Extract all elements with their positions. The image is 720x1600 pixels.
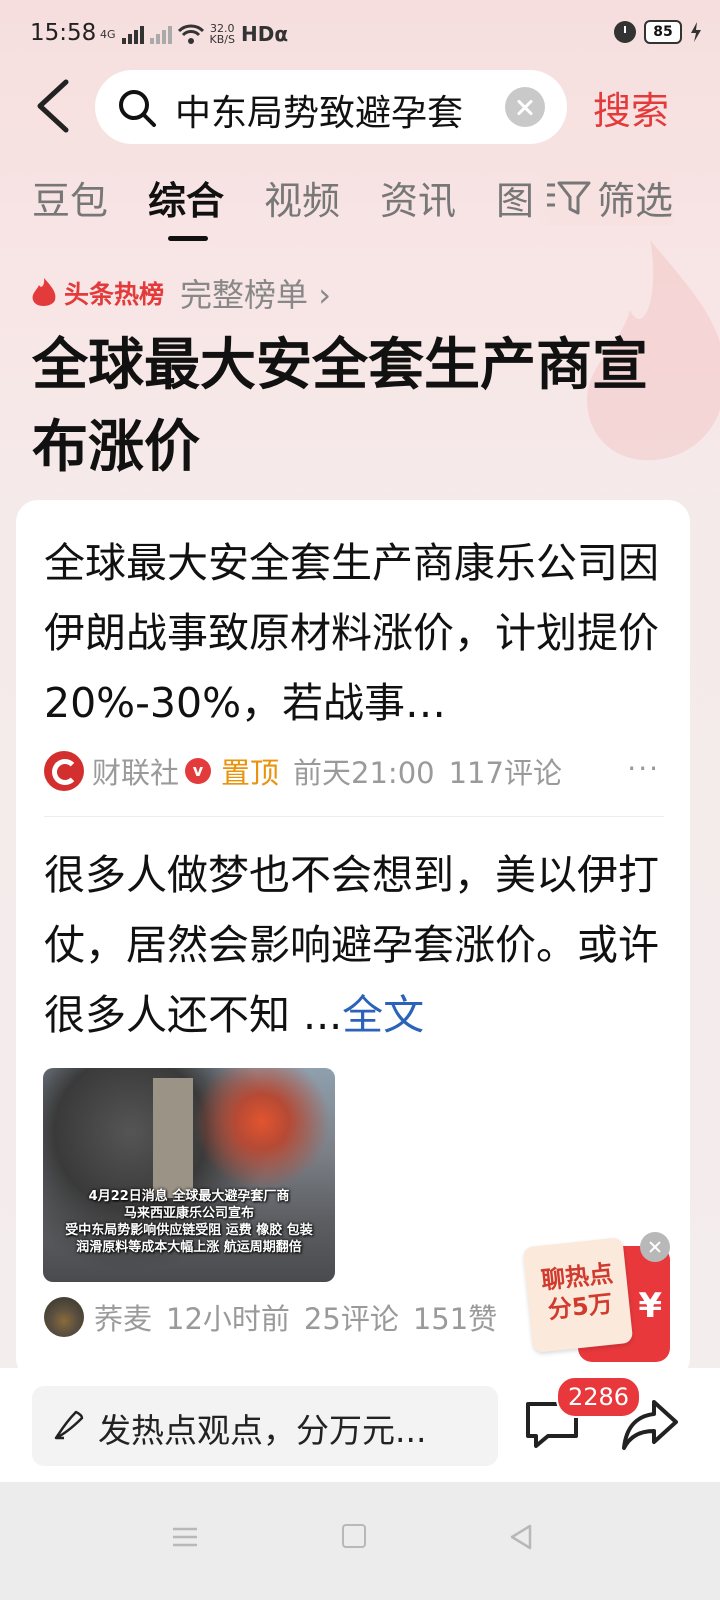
caption-line-4: 润滑原料等成本大幅上涨 航运周期翻倍 (76, 1240, 302, 1255)
status-right: 85 (614, 20, 702, 44)
close-icon[interactable] (640, 1232, 670, 1262)
search-icon (119, 90, 156, 127)
yen-icon: ¥ (638, 1286, 662, 1326)
result-2-text[interactable]: 很多人做梦也不会想到，美以伊打仗，居然会影响避孕套涨价。或许很多人还不知 ...… (44, 840, 664, 1050)
search-input[interactable]: 中东局势致避孕套 (175, 84, 485, 136)
charging-icon (691, 22, 701, 42)
filter-icon (547, 181, 591, 214)
result-2-time: 12小时前 (166, 1302, 290, 1336)
home-icon[interactable] (342, 1524, 366, 1548)
caption-line-1: 4月22日消息 全球最大避孕套厂商 (88, 1189, 290, 1204)
thumbnail-building (153, 1078, 193, 1198)
signal-icon (121, 24, 144, 44)
search-box[interactable]: 中东局势致避孕套 (95, 70, 567, 144)
clear-icon[interactable] (505, 87, 545, 127)
caption-line-3: 受中东局势影响供应链受阻 运费 橡胶 包装 (65, 1223, 313, 1238)
source-logo-icon (44, 751, 84, 791)
pinned-label: 置顶 (221, 756, 280, 790)
net-speed: 32.0 KB/S (210, 23, 235, 45)
result-2-comments[interactable]: 25评论 (304, 1296, 399, 1338)
active-tab-indicator (168, 236, 208, 241)
hot-topic-title[interactable]: 全球最大安全套生产商宣布涨价 (32, 325, 672, 489)
net-speed-unit: KB/S (209, 33, 235, 46)
bottom-action-bar: 发热点观点，分万元... 2286 (0, 1368, 720, 1482)
tab-images[interactable]: 图 (496, 170, 534, 225)
status-time: 15:58 (30, 20, 97, 46)
nav-back-icon[interactable] (510, 1524, 532, 1550)
result-2-author[interactable]: 荞麦 (94, 1296, 152, 1338)
promo-text: 聊热点 分5万 (533, 1258, 625, 1327)
alarm-icon (614, 21, 636, 43)
tab-doubao[interactable]: 豆包 (32, 170, 108, 225)
result-1-time: 前天21:00 (293, 756, 435, 790)
comment-input[interactable]: 发热点观点，分万元... (32, 1386, 498, 1466)
filter-button[interactable]: 筛选 (535, 170, 674, 225)
caption-line-2: 马来西亚康乐公司宣布 (123, 1206, 254, 1221)
divider (44, 816, 664, 817)
avatar[interactable] (44, 1297, 84, 1337)
status-bar: 15:58 4G 32.0 KB/S HDα 85 (0, 0, 720, 70)
system-nav-bar (0, 1482, 720, 1600)
comment-placeholder: 发热点观点，分万元... (98, 1411, 427, 1450)
hot-list-header[interactable]: 头条热榜 完整榜单 › (30, 270, 331, 316)
search-button[interactable]: 搜索 (593, 80, 669, 135)
status-icons: 4G 32.0 KB/S HDα (100, 22, 288, 46)
thumbnail-caption: 4月22日消息 全球最大避孕套厂商 马来西亚康乐公司宣布 受中东局势影响供应链受… (43, 1188, 335, 1256)
hot-list-badge: 头条热榜 (64, 280, 165, 309)
tab-news[interactable]: 资讯 (380, 170, 456, 225)
wifi-icon (177, 24, 204, 44)
filter-label: 筛选 (597, 179, 674, 223)
flame-icon (32, 278, 56, 307)
result-2-thumbnail[interactable]: 4月22日消息 全球最大避孕套厂商 马来西亚康乐公司宣布 受中东局势影响供应链受… (43, 1068, 335, 1282)
result-1-source[interactable]: 财联社 (92, 750, 179, 792)
menu-icon[interactable] (173, 1526, 197, 1548)
full-list-link[interactable]: 完整榜单 › (180, 270, 331, 316)
full-text-link[interactable]: 全文 (342, 991, 424, 1039)
result-1-text[interactable]: 全球最大安全套生产商康乐公司因伊朗战事致原材料涨价，计划提价20%-30%，若战… (44, 528, 664, 738)
back-icon[interactable] (30, 78, 82, 134)
promo-widget[interactable]: ¥ 聊热点 分5万 (522, 1232, 673, 1362)
result-2-likes[interactable]: 151赞 (413, 1296, 497, 1338)
result-1-meta: 财联社 v 置顶 前天21:00 117评论 (44, 750, 562, 792)
network-type: 4G (100, 27, 116, 41)
tab-video[interactable]: 视频 (264, 170, 340, 225)
battery-icon: 85 (644, 20, 682, 44)
result-2-meta: 荞麦 12小时前 25评论 151赞 (44, 1296, 497, 1338)
share-icon[interactable] (620, 1398, 680, 1452)
pen-icon (54, 1410, 84, 1440)
tab-comprehensive[interactable]: 综合 (148, 170, 224, 225)
more-options-icon[interactable]: ··· (627, 752, 660, 785)
promo-card: 聊热点 分5万 (522, 1237, 634, 1353)
result-1-comments[interactable]: 117评论 (449, 750, 562, 792)
signal-2-icon (149, 24, 172, 44)
verified-icon: v (185, 758, 212, 784)
hd-indicator: HDα (240, 22, 289, 46)
